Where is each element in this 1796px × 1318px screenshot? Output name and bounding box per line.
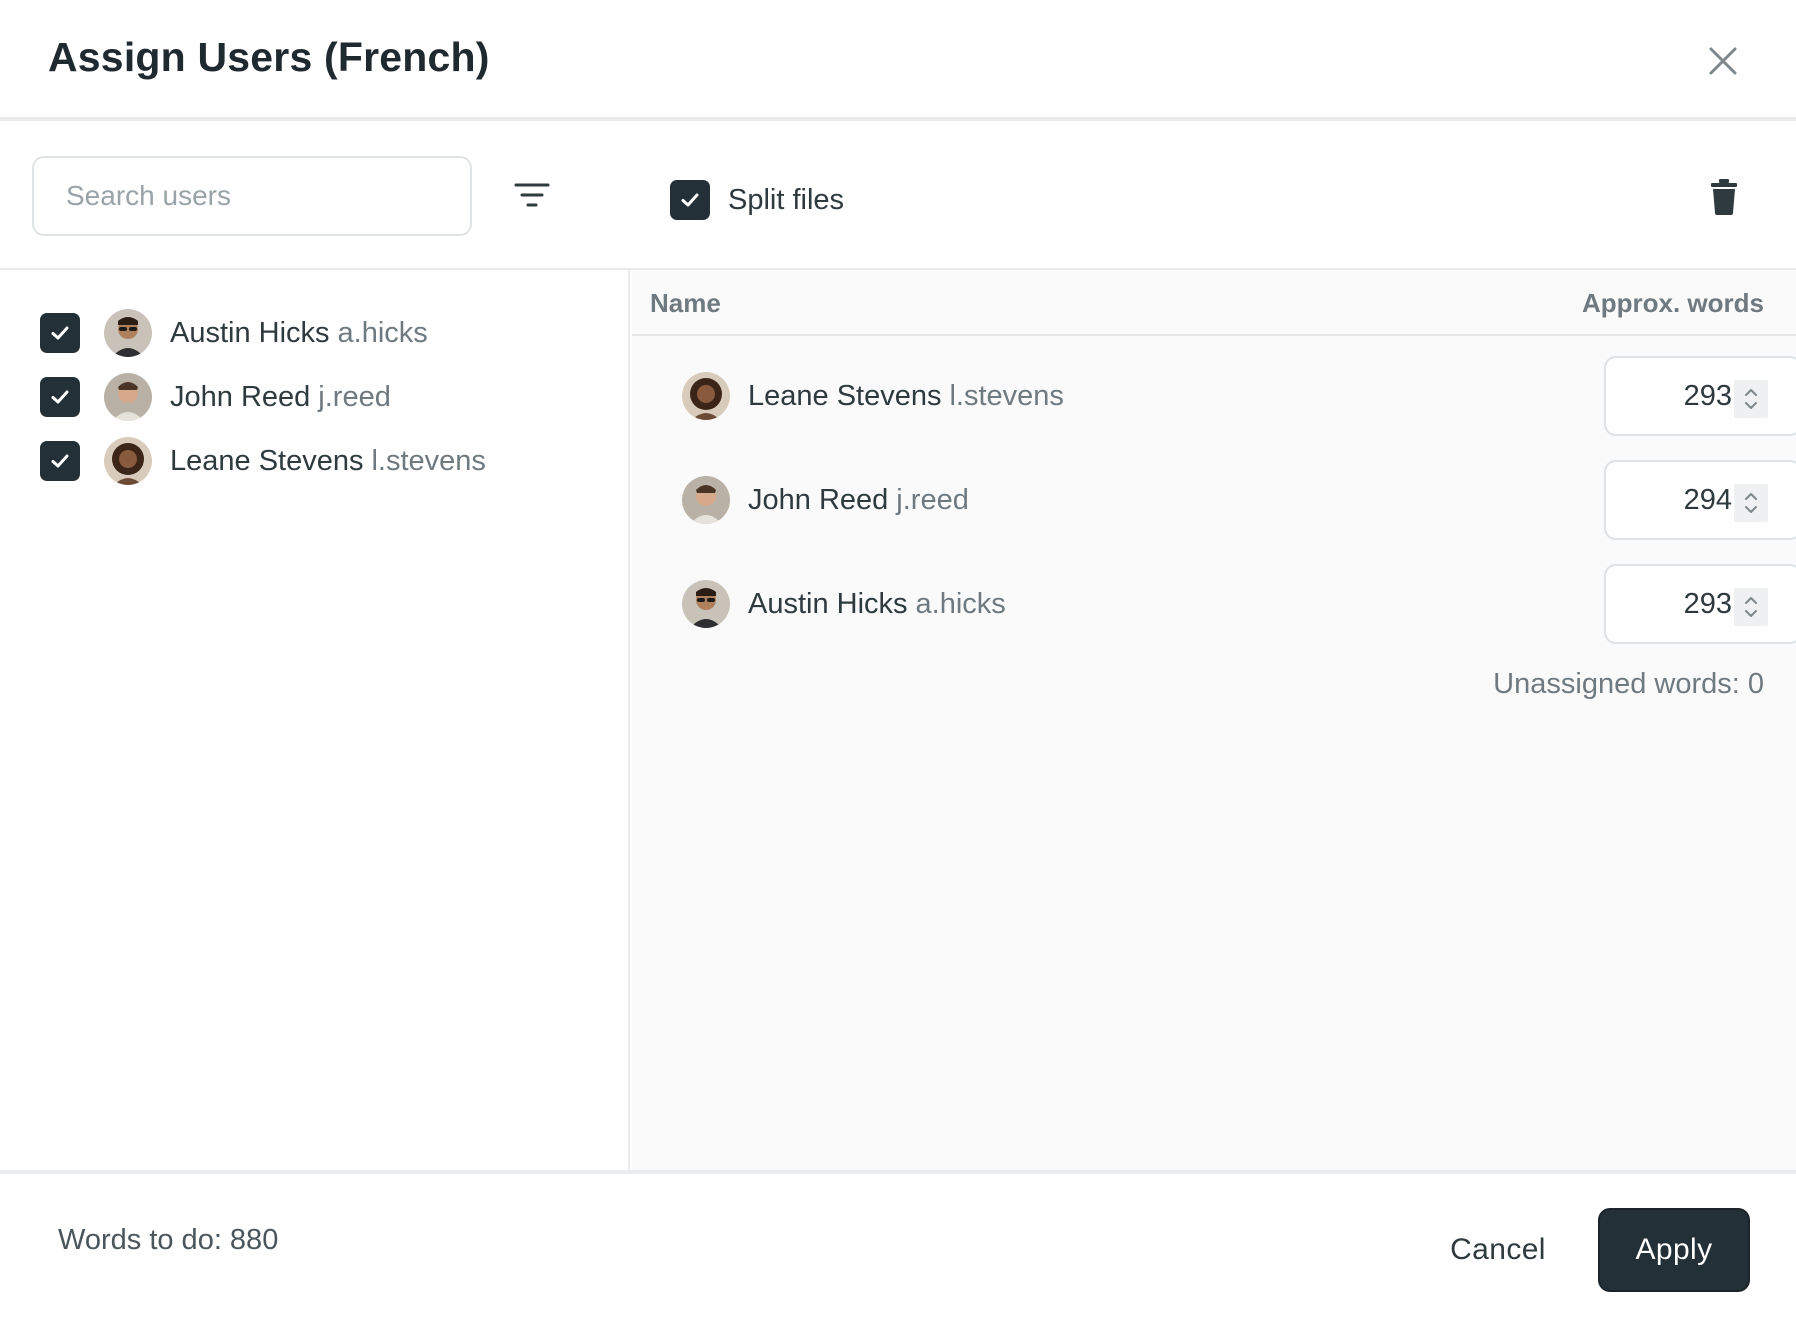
user-name: John Reed bbox=[170, 380, 311, 413]
user-name: Leane Stevens bbox=[170, 444, 364, 477]
user-list-item[interactable]: Austin Hicks a.hicks bbox=[40, 308, 428, 358]
user-list-pane: Austin Hicks a.hicks John Reed j.reed Le… bbox=[0, 270, 630, 1170]
dialog-title: Assign Users (French) bbox=[48, 34, 490, 80]
table-header: Name Approx. words bbox=[632, 270, 1796, 336]
search-input[interactable] bbox=[34, 158, 470, 234]
avatar bbox=[104, 309, 152, 357]
user-list-item[interactable]: Leane Stevens l.stevens bbox=[40, 436, 486, 486]
user-handle: j.reed bbox=[318, 380, 391, 413]
words-value: 293 bbox=[1683, 380, 1732, 412]
user-list-item[interactable]: John Reed j.reed bbox=[40, 372, 391, 422]
filter-button[interactable] bbox=[510, 177, 554, 213]
toolbar: Split files bbox=[0, 125, 1796, 270]
split-files-toggle[interactable]: Split files bbox=[670, 180, 844, 220]
check-icon bbox=[51, 390, 69, 404]
user-checkbox[interactable] bbox=[40, 377, 80, 417]
table-row: John Reed j.reed 294 bbox=[682, 460, 1796, 540]
table-row: Austin Hicks a.hicks 293 bbox=[682, 564, 1796, 644]
check-icon bbox=[51, 326, 69, 340]
unassigned-words: Unassigned words: 0 bbox=[1493, 668, 1764, 700]
user-checkbox[interactable] bbox=[40, 441, 80, 481]
filter-icon bbox=[514, 183, 550, 207]
trash-icon bbox=[1711, 179, 1737, 215]
words-number-input[interactable]: 293 bbox=[1604, 356, 1796, 436]
words-number-input[interactable]: 294 bbox=[1604, 460, 1796, 540]
column-header-words: Approx. words bbox=[1581, 288, 1764, 318]
delete-button[interactable] bbox=[1708, 177, 1740, 217]
stepper-icon[interactable] bbox=[1734, 588, 1768, 626]
user-name: Austin Hicks bbox=[170, 316, 330, 349]
assignee: Leane Stevens l.stevens bbox=[682, 372, 1064, 420]
dialog-footer: Words to do: 880 Cancel Apply bbox=[0, 1170, 1796, 1318]
avatar bbox=[682, 476, 730, 524]
words-to-do: Words to do: 880 bbox=[58, 1224, 279, 1256]
avatar bbox=[682, 372, 730, 420]
assignee-name: John Reed bbox=[748, 483, 889, 516]
assignee-name: Austin Hicks bbox=[748, 587, 908, 620]
stepper-icon[interactable] bbox=[1734, 380, 1768, 418]
words-number-input[interactable]: 293 bbox=[1604, 564, 1796, 644]
check-icon bbox=[51, 454, 69, 468]
user-checkbox[interactable] bbox=[40, 313, 80, 353]
close-icon bbox=[1709, 47, 1737, 75]
user-handle: a.hicks bbox=[337, 316, 428, 349]
assignment-pane: Name Approx. words Leane Stevens l.steve… bbox=[632, 270, 1796, 1170]
search-box bbox=[32, 156, 472, 236]
user-handle: l.stevens bbox=[371, 444, 486, 477]
apply-button[interactable]: Apply bbox=[1600, 1210, 1748, 1290]
split-files-label: Split files bbox=[728, 183, 845, 216]
assignee: John Reed j.reed bbox=[682, 476, 969, 524]
dialog-header: Assign Users (French) bbox=[0, 0, 1796, 121]
assignee: Austin Hicks a.hicks bbox=[682, 580, 1006, 628]
close-button[interactable] bbox=[1702, 40, 1744, 82]
assign-users-dialog: Assign Users (French) Split files bbox=[0, 0, 1796, 1318]
assignee-handle: l.stevens bbox=[949, 379, 1064, 412]
avatar bbox=[104, 437, 152, 485]
column-header-name: Name bbox=[650, 288, 721, 318]
assignee-name: Leane Stevens bbox=[748, 379, 942, 412]
avatar bbox=[682, 580, 730, 628]
stepper-icon[interactable] bbox=[1734, 484, 1768, 522]
words-value: 294 bbox=[1683, 484, 1732, 516]
assignee-handle: j.reed bbox=[896, 483, 969, 516]
check-icon bbox=[681, 193, 699, 207]
avatar bbox=[104, 373, 152, 421]
words-value: 293 bbox=[1683, 588, 1732, 620]
cancel-button[interactable]: Cancel bbox=[1430, 1210, 1566, 1290]
split-files-checkbox[interactable] bbox=[670, 180, 710, 220]
assignee-handle: a.hicks bbox=[915, 587, 1006, 620]
table-row: Leane Stevens l.stevens 293 bbox=[682, 356, 1796, 436]
